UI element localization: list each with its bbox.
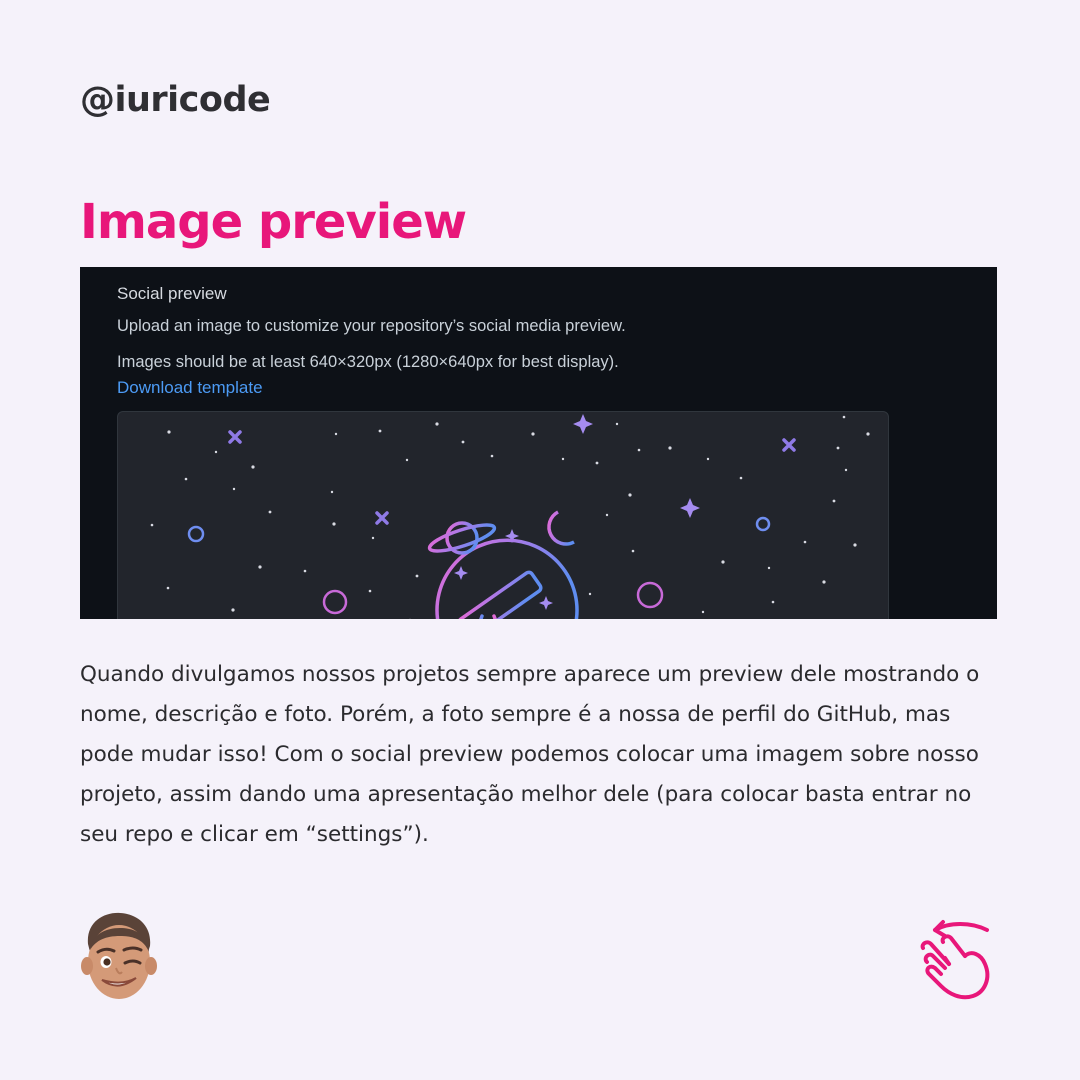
github-social-preview-screenshot: Social preview Upload an image to custom… bbox=[80, 267, 997, 619]
space-telescope-illustration bbox=[150, 414, 870, 619]
social-preview-image-placeholder[interactable] bbox=[117, 411, 889, 619]
social-preview-description: Upload an image to customize your reposi… bbox=[117, 317, 626, 335]
description-paragraph: Quando divulgamos nossos projetos sempre… bbox=[80, 662, 980, 847]
social-preview-heading: Social preview bbox=[117, 284, 227, 303]
social-preview-size-hint: Images should be at least 640×320px (128… bbox=[117, 353, 619, 371]
download-template-link[interactable]: Download template bbox=[117, 378, 263, 398]
memoji-winking-avatar bbox=[78, 910, 158, 1002]
page-title: Image preview bbox=[80, 194, 467, 250]
author-handle: @iuricode bbox=[80, 80, 271, 120]
swipe-hand-icon bbox=[915, 918, 997, 1002]
